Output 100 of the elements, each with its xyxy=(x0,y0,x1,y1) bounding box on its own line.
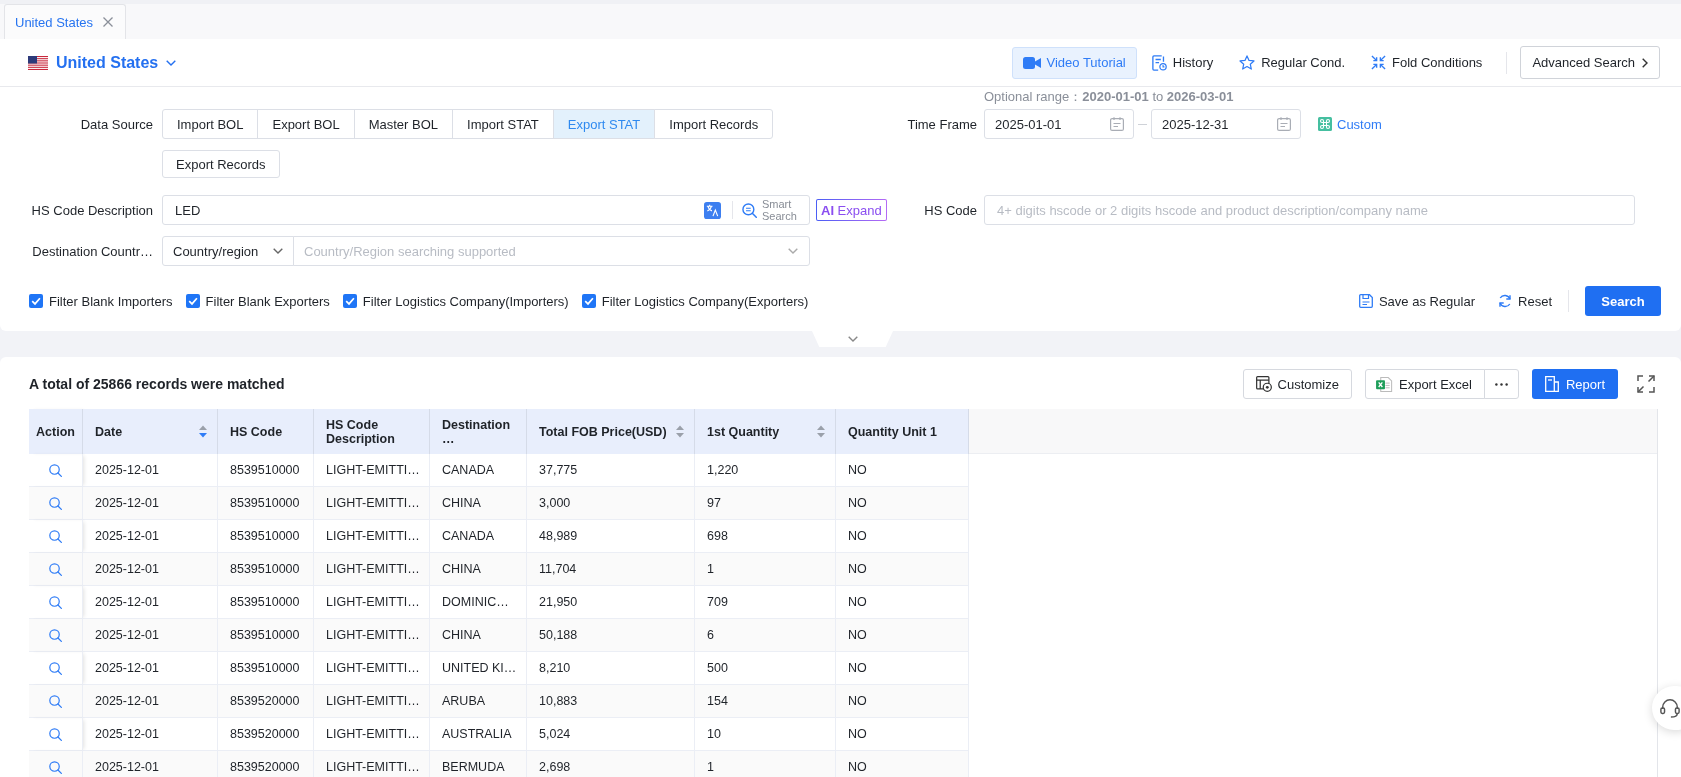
inward-arrows-icon xyxy=(1371,55,1387,70)
checkbox-label[interactable]: Filter Blank Importers xyxy=(49,293,173,309)
smart-search-button[interactable]: Smart Search xyxy=(733,196,809,224)
advanced-search-button[interactable]: Advanced Search xyxy=(1520,46,1660,79)
date-field[interactable]: 2025-12-31 xyxy=(1151,109,1301,139)
search-icon[interactable] xyxy=(49,694,62,708)
optional-range-note: Optional range：2020-01-01 to 2026-03-01 xyxy=(984,88,1234,106)
table-cell: 154 xyxy=(695,685,836,718)
search-icon[interactable] xyxy=(49,562,62,576)
floppy-disk-icon xyxy=(1358,294,1373,308)
save-as-regular-button[interactable]: Save as Regular xyxy=(1358,293,1476,309)
data-source-option[interactable]: Export Records xyxy=(162,150,280,178)
data-source-option[interactable]: Import Records xyxy=(654,109,774,139)
table-gear-icon xyxy=(1255,376,1272,392)
hs-code-field[interactable]: 4+ digits hscode or 2 digits hscode and product description/company name xyxy=(984,195,1635,225)
country-search-field[interactable]: Country/Region searching supported xyxy=(293,236,810,266)
table-cell: 11,704 xyxy=(527,553,695,586)
data-source-option[interactable]: Import STAT xyxy=(452,109,554,139)
chevron-down-icon xyxy=(847,336,858,342)
flag-icon xyxy=(28,55,48,70)
search-icon[interactable] xyxy=(49,595,62,609)
table-cell: 50,188 xyxy=(527,619,695,652)
column-header[interactable]: 1st Quantity xyxy=(695,409,836,454)
document-clock-icon xyxy=(1151,54,1167,71)
headset-icon xyxy=(1660,698,1680,718)
customize-button[interactable]: Customize xyxy=(1242,369,1352,399)
calendar-icon[interactable] xyxy=(1110,117,1124,131)
table-cell: NO xyxy=(836,553,969,586)
search-icon[interactable] xyxy=(49,661,62,675)
table-cell: 2025-12-01 xyxy=(83,619,218,652)
search-icon[interactable] xyxy=(49,496,62,510)
table-cell: 2025-12-01 xyxy=(83,685,218,718)
checkbox[interactable] xyxy=(29,294,43,308)
table-cell: 6 xyxy=(695,619,836,652)
search-icon[interactable] xyxy=(49,727,62,741)
table-cell: 8539520000 xyxy=(218,685,314,718)
chevron-down-icon xyxy=(166,59,177,66)
data-source-option[interactable]: Import BOL xyxy=(162,109,259,139)
search-icon[interactable] xyxy=(49,529,62,543)
chevron-down-icon xyxy=(273,248,283,254)
table-cell: ARUBA xyxy=(430,685,527,718)
table-cell: NO xyxy=(836,751,969,777)
chevron-down-icon xyxy=(788,248,798,254)
sort-icon[interactable] xyxy=(199,425,207,438)
checkbox[interactable] xyxy=(185,294,200,308)
table-cell: 2,698 xyxy=(527,751,695,777)
table-cell: 8539510000 xyxy=(218,619,314,652)
ai-expand-button[interactable]: AI Expand xyxy=(816,199,887,221)
search-icon[interactable] xyxy=(49,760,62,774)
table-cell: LIGHT-EMITTI… xyxy=(314,553,430,586)
column-header: HS Code xyxy=(218,409,314,454)
refresh-icon xyxy=(1498,294,1513,308)
search-button[interactable]: Search xyxy=(1585,286,1661,316)
table-cell: 3,000 xyxy=(527,487,695,520)
checkbox[interactable] xyxy=(581,294,596,308)
checkbox-label[interactable]: Filter Logistics Company(Importers) xyxy=(362,293,569,309)
field-label: HS Code Description xyxy=(30,202,154,218)
field-label: Destination Countr… xyxy=(31,243,154,259)
field-label: Time Frame xyxy=(906,116,978,132)
results-summary: A total of 25866 records were matched xyxy=(29,376,285,392)
page-tab[interactable]: United States xyxy=(4,4,127,39)
toolbar-button[interactable]: Fold Conditions xyxy=(1360,46,1494,79)
toolbar-button[interactable]: Regular Cond. xyxy=(1228,46,1357,79)
sort-icon[interactable] xyxy=(676,425,684,438)
column-header[interactable]: Date xyxy=(83,409,218,454)
search-icon[interactable] xyxy=(49,463,62,477)
toolbar-button[interactable]: History xyxy=(1140,46,1225,79)
checkbox-label[interactable]: Filter Logistics Company(Exporters) xyxy=(601,293,809,309)
table-cell: 1 xyxy=(695,751,836,777)
table-cell: LIGHT-EMITTI… xyxy=(314,685,430,718)
fullscreen-icon[interactable] xyxy=(1637,375,1655,393)
table-cell: 2025-12-01 xyxy=(83,751,218,777)
calendar-icon[interactable] xyxy=(1277,117,1291,131)
data-source-option[interactable]: Master BOL xyxy=(353,109,454,139)
table-cell: 8539520000 xyxy=(218,751,314,777)
data-source-option[interactable]: Export BOL xyxy=(257,109,355,139)
reset-button[interactable]: Reset xyxy=(1498,293,1552,309)
column-header[interactable]: Total FOB Price(USD) xyxy=(527,409,695,454)
column-header: HS Code Description xyxy=(314,409,430,454)
search-icon[interactable] xyxy=(49,628,62,642)
country-dropdown[interactable]: United States xyxy=(28,53,177,72)
checkbox-label[interactable]: Filter Blank Exporters xyxy=(205,293,330,309)
custom-range-link[interactable]: Custom xyxy=(1318,116,1382,132)
export-excel-button[interactable]: Export Excel xyxy=(1365,369,1485,399)
table-cell: 8539510000 xyxy=(218,487,314,520)
close-icon[interactable] xyxy=(103,17,114,27)
toolbar-button[interactable]: Video Tutorial xyxy=(1011,46,1137,79)
document-icon xyxy=(1544,376,1559,392)
search-icon[interactable] xyxy=(742,202,757,218)
video-camera-icon xyxy=(1022,56,1041,69)
table-cell: CHINA xyxy=(430,487,527,520)
report-button[interactable]: Report xyxy=(1531,369,1618,399)
table-cell: 2025-12-01 xyxy=(83,553,218,586)
date-field[interactable]: 2025-01-01 xyxy=(984,109,1134,139)
checkbox[interactable] xyxy=(342,294,357,308)
table-cell: CHINA xyxy=(430,619,527,652)
region-type-select[interactable]: Country/region xyxy=(162,236,294,266)
table-cell: 2025-12-01 xyxy=(83,487,218,520)
sort-icon[interactable] xyxy=(817,425,825,438)
collapse-handle[interactable] xyxy=(812,331,893,347)
